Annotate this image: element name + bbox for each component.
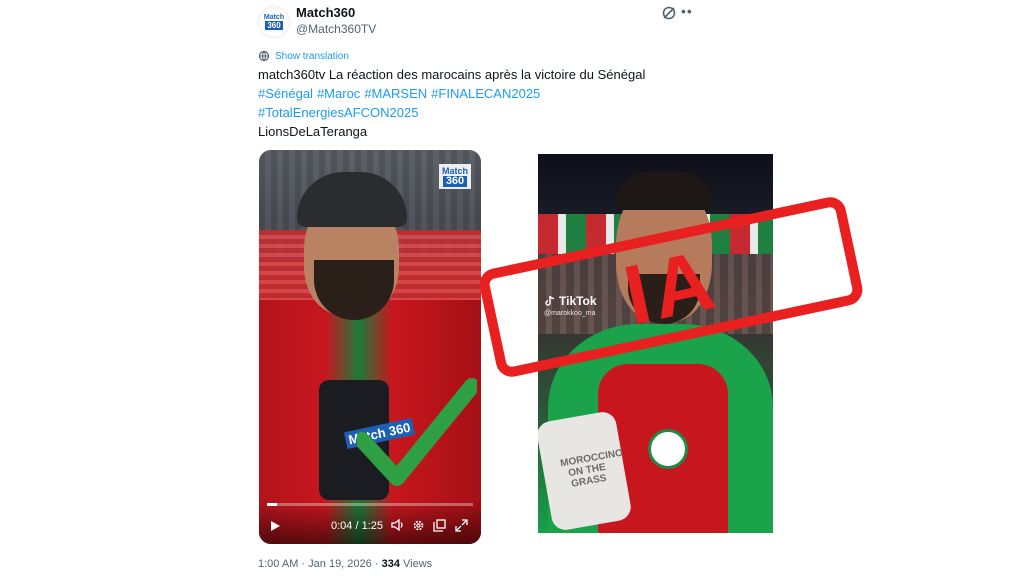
channel-logo-bottom: 360 [442,176,468,187]
hashtags-line-1: #Sénégal #Maroc #MARSEN #FINALECAN2025 [258,86,544,101]
play-icon[interactable] [269,520,281,532]
hashtag-senegal[interactable]: #Sénégal [258,86,313,101]
video-progress-bar[interactable] [267,503,473,506]
channel-logo: Match 360 [438,164,471,189]
fullscreen-icon[interactable] [455,519,468,532]
video-time: 0:04 / 1:25 [331,520,383,532]
hashtag-totalenergiesafcon2025[interactable]: #TotalEnergiesAFCON2025 [258,105,418,120]
hashtag-finalecan2025[interactable]: #FINALECAN2025 [431,86,540,101]
tweet-text: match360tv La réaction des marocains apr… [258,67,646,82]
author-name[interactable]: Match360 [296,5,355,20]
views-count: 334 [381,558,400,570]
avatar[interactable]: Match 360 [258,6,290,38]
volume-icon[interactable] [391,518,405,532]
globe-icon [258,50,270,62]
tweet-metadata: 1:00 AM · Jan 19, 2026 · 334 Views [258,558,432,570]
views-label: Views [403,558,433,570]
tweet-time[interactable]: 1:00 AM [258,558,298,570]
author-handle[interactable]: @Match360TV [296,22,376,36]
separator: · [301,558,306,570]
avatar-text-bottom: 360 [265,21,283,30]
avatar-text-top: Match [263,14,285,21]
ai-stamp-text: IA [616,230,726,343]
jersey-badge [648,429,688,469]
hashtag-maroc[interactable]: #Maroc [317,86,360,101]
video-progress-fill [267,503,278,506]
checkmark-icon [357,378,477,486]
hashtag-marsen[interactable]: #MARSEN [364,86,427,101]
separator: · [374,558,379,570]
picture-in-picture-icon[interactable] [433,519,446,532]
video-player[interactable]: Match 360 Match 360 0:04 / 1:25 [259,150,481,544]
person-hair [614,172,714,210]
more-options-icon[interactable]: •• [681,3,693,19]
show-translation-link[interactable]: Show translation [258,50,349,62]
hashtags-line-2: #TotalEnergiesAFCON2025 [258,105,422,120]
tweet-last-line: LionsDeLaTeranga [258,124,368,139]
gear-icon[interactable] [412,519,425,532]
grok-icon[interactable] [661,5,677,21]
tweet-date[interactable]: Jan 19, 2026 [308,558,372,570]
show-translation-label: Show translation [275,50,349,62]
